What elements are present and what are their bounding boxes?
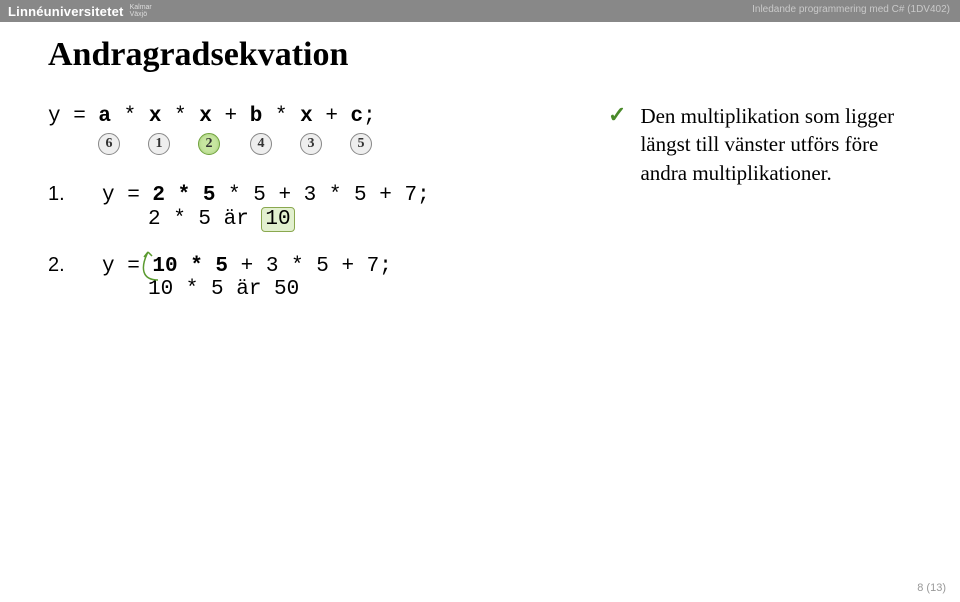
order-badge: 5 <box>350 133 372 155</box>
logo-text: Linnéuniversitetet <box>8 4 124 19</box>
steps: 1.y = 2 * 5 * 5 + 3 * 5 + 7;2 * 5 är 102… <box>48 183 488 301</box>
step-sub: 2 * 5 är 10 <box>148 207 295 232</box>
logo-subtext: Kalmar Växjö <box>130 4 152 18</box>
highlight-result: 10 <box>261 207 294 232</box>
eq-token: ; <box>363 105 376 128</box>
bullet-text: Den multiplikation som ligger längst til… <box>640 102 908 187</box>
eq-token: x <box>300 105 313 128</box>
order-badge: 4 <box>250 133 272 155</box>
step-number: 2. <box>48 254 102 277</box>
badge-row: 6 1 2 4 3 5 <box>48 133 488 161</box>
page-title: Andragradsekvation <box>48 36 960 74</box>
eq-token: y <box>48 105 61 128</box>
logo: Linnéuniversitetet Kalmar Växjö <box>8 4 152 19</box>
eq-token: b <box>250 105 263 128</box>
step-expression: y = 2 * 5 * 5 + 3 * 5 + 7; <box>102 184 430 207</box>
bullet-block: ✓ Den multiplikation som ligger längst t… <box>608 102 908 187</box>
step-number: 1. <box>48 183 102 206</box>
order-badge: 6 <box>98 133 120 155</box>
eq-token: c <box>351 105 364 128</box>
equation-line: y = a * x * x + b * x + c; <box>48 102 488 131</box>
step: 1.y = 2 * 5 * 5 + 3 * 5 + 7;2 * 5 är 10 <box>48 183 488 232</box>
step: 2.y = 10 * 5 + 3 * 5 + 7;10 * 5 är 50 <box>48 254 488 301</box>
eq-token: * <box>111 105 149 128</box>
course-code: Inledande programmering med C# (1DV402) <box>752 4 950 15</box>
check-icon: ✓ <box>608 102 626 128</box>
eq-token: * <box>262 105 300 128</box>
eq-token: a <box>98 105 111 128</box>
content: y = a * x * x + b * x + c; 612435 1.y = … <box>0 102 960 323</box>
right-column: ✓ Den multiplikation som ligger längst t… <box>608 102 908 323</box>
step-line: 2.y = 10 * 5 + 3 * 5 + 7; <box>48 254 488 278</box>
eq-token: * <box>161 105 199 128</box>
order-badge: 2 <box>198 133 220 155</box>
left-column: y = a * x * x + b * x + c; 612435 1.y = … <box>48 102 488 323</box>
step-expression: y = 10 * 5 + 3 * 5 + 7; <box>102 255 392 278</box>
order-badge: 1 <box>148 133 170 155</box>
eq-token: x <box>199 105 212 128</box>
eq-token: + <box>313 105 351 128</box>
step-sub: 10 * 5 är 50 <box>148 278 299 301</box>
eq-token: x <box>149 105 162 128</box>
eq-token: = <box>61 105 99 128</box>
step-line: 1.y = 2 * 5 * 5 + 3 * 5 + 7; <box>48 183 488 207</box>
eq-token: + <box>212 105 250 128</box>
page-number: 8 (13) <box>917 582 946 594</box>
order-badge: 3 <box>300 133 322 155</box>
